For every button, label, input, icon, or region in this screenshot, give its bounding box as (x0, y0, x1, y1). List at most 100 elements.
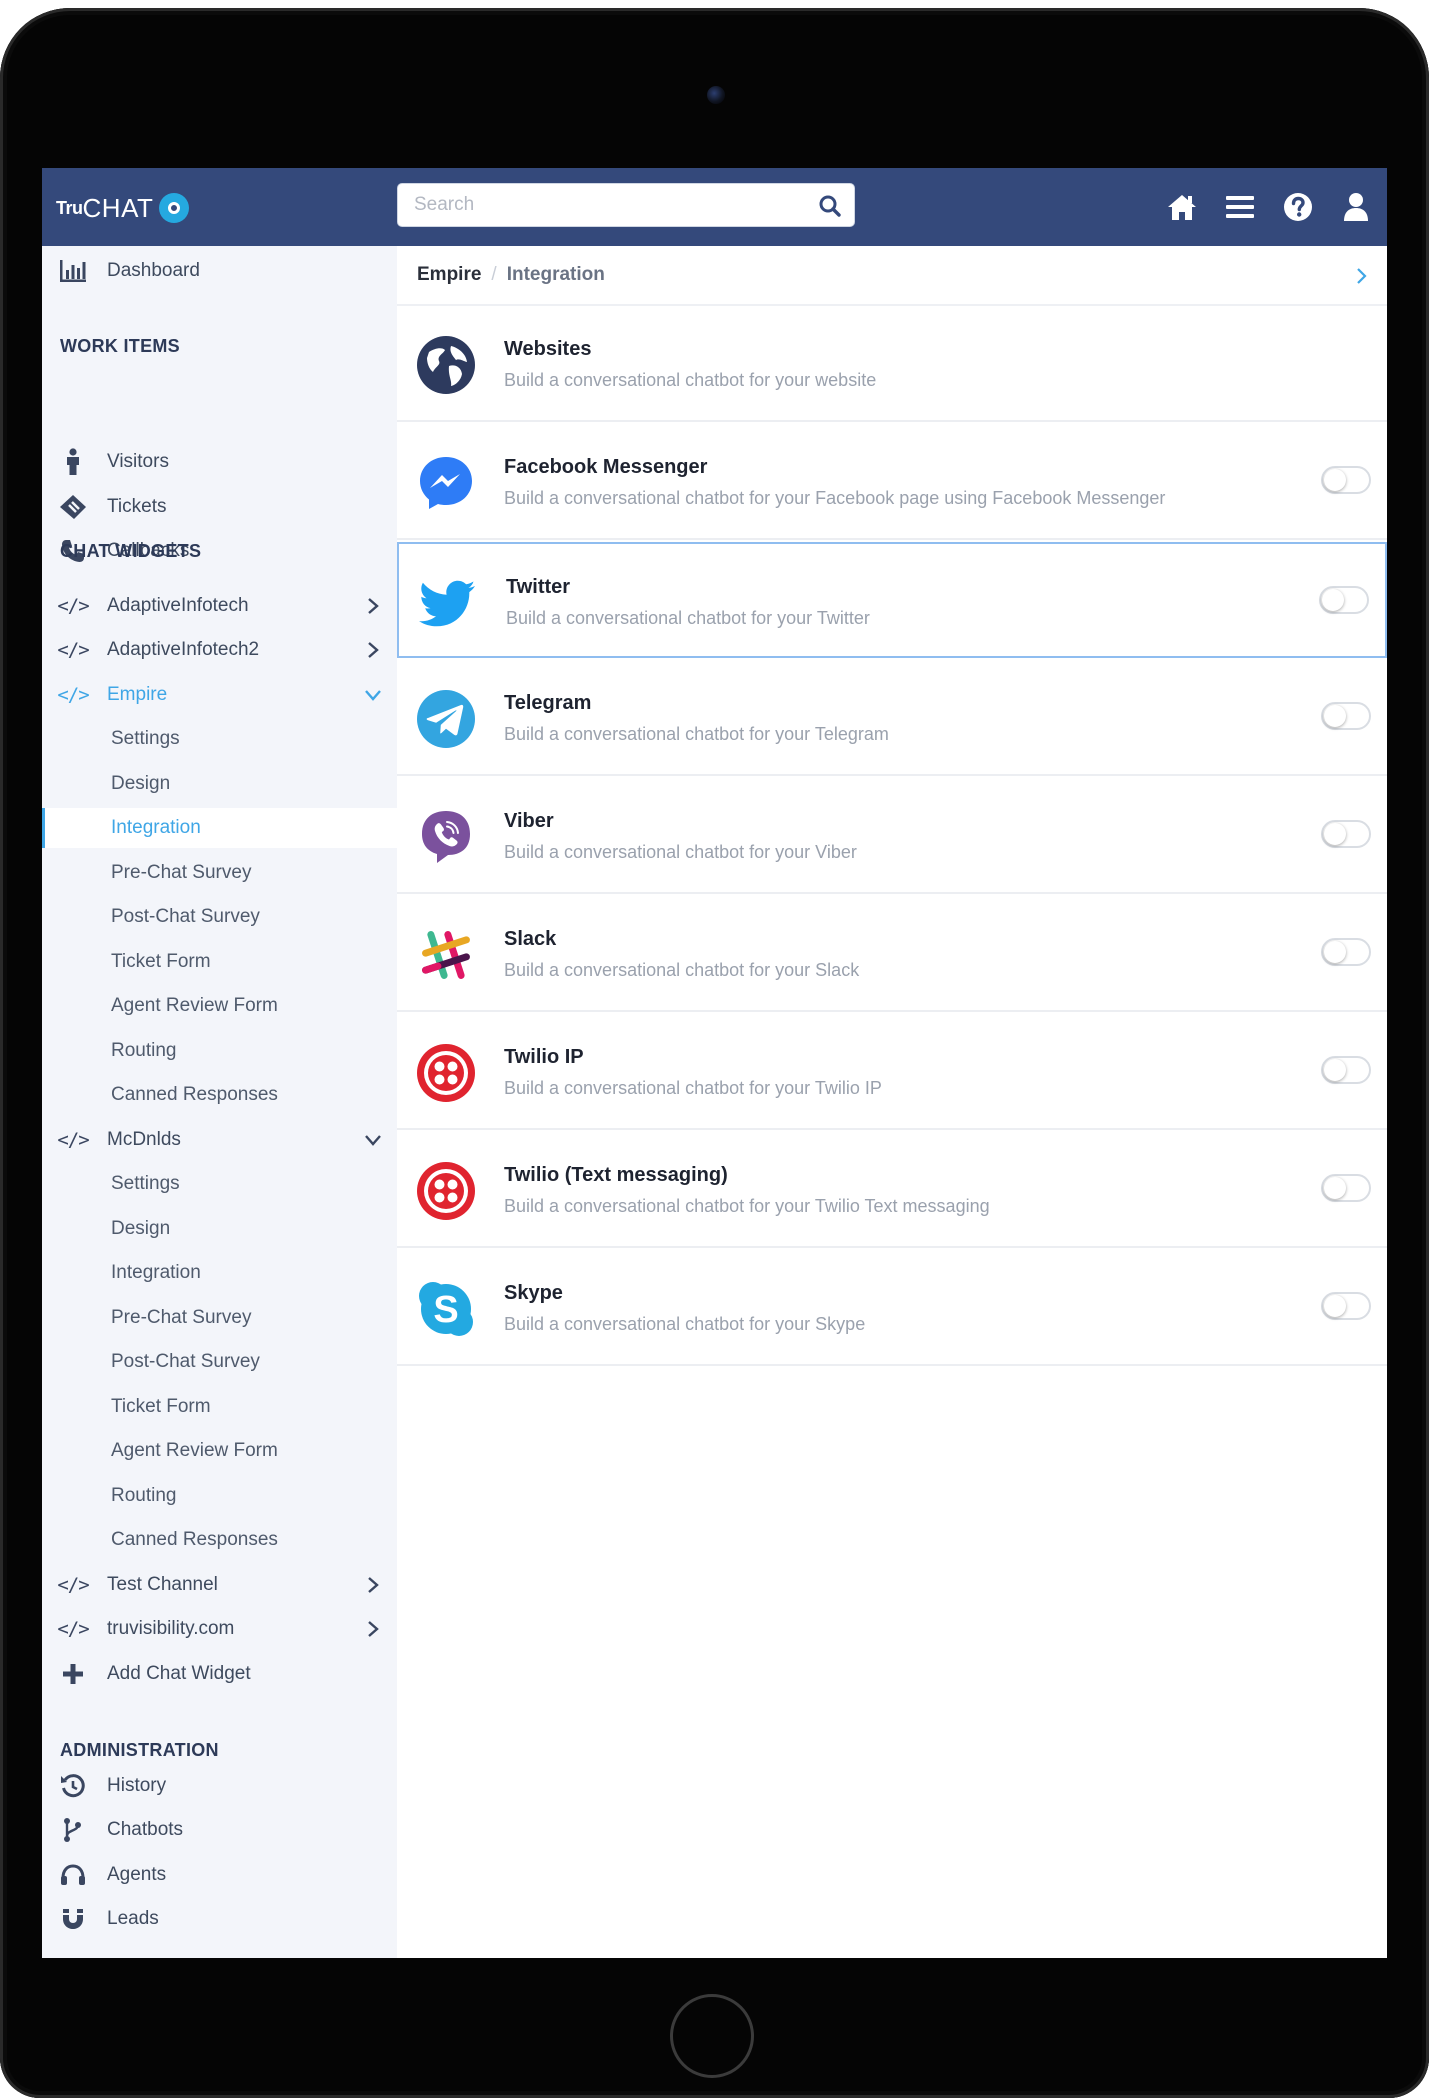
help-icon[interactable] (1281, 190, 1315, 224)
integration-toggle[interactable] (1321, 820, 1371, 848)
integration-row-twitter[interactable]: Twitter Build a conversational chatbot f… (397, 542, 1387, 658)
integration-row-websites[interactable]: Websites Build a conversational chatbot … (397, 306, 1387, 422)
sidebar-sub-label: Canned Responses (111, 1529, 278, 1550)
integration-toggle[interactable] (1321, 702, 1371, 730)
truchat-logo[interactable]: Tru CHAT (56, 190, 190, 226)
search-icon[interactable] (818, 194, 842, 218)
sidebar-sub-ticket-form[interactable]: Ticket Form (42, 942, 397, 982)
logo-main: CHAT (82, 192, 154, 223)
sidebar-sub-routing[interactable]: Routing (42, 1476, 397, 1516)
sidebar-item-label: AdaptiveInfotech2 (107, 639, 260, 660)
sidebar-item-label: McDnlds (107, 1129, 181, 1150)
integration-title: Skype (504, 1282, 563, 1304)
magnet-icon (58, 1904, 88, 1934)
integration-row-skype[interactable]: S Skype Build a conversational chatbot f… (397, 1250, 1387, 1366)
integration-row-viber[interactable]: Viber Build a conversational chatbot for… (397, 778, 1387, 894)
chevron-right-icon[interactable] (364, 1620, 382, 1638)
breadcrumb-parent[interactable]: Empire (417, 264, 481, 286)
sidebar-widget-adaptiveinfotech[interactable]: </> AdaptiveInfotech (42, 586, 397, 626)
sidebar-item-label: Agents (107, 1864, 167, 1885)
sidebar-item-label: Empire (107, 684, 168, 705)
code-icon: </> (57, 639, 89, 661)
search-input[interactable] (398, 184, 804, 226)
sidebar-widget-test-channel[interactable]: </> Test Channel (42, 1565, 397, 1605)
sidebar-sub-pre-chat-survey[interactable]: Pre-Chat Survey (42, 1298, 397, 1338)
sidebar-item-dashboard[interactable]: Dashboard (42, 251, 397, 291)
sidebar-item-label: Visitors (107, 451, 169, 472)
sidebar-item-agents[interactable]: Agents (42, 1855, 397, 1895)
integration-row-slack[interactable]: Slack Build a conversational chatbot for… (397, 896, 1387, 1012)
sidebar-sub-agent-review-form[interactable]: Agent Review Form (42, 986, 397, 1026)
sidebar-sub-integration[interactable]: Integration (42, 808, 397, 848)
sidebar-sub-post-chat-survey[interactable]: Post-Chat Survey (42, 897, 397, 937)
integration-description: Build a conversational chatbot for your … (504, 842, 857, 862)
chevron-right-icon[interactable] (364, 641, 382, 659)
slack-icon (422, 931, 470, 979)
sidebar-sub-design[interactable]: Design (42, 1209, 397, 1249)
twitter-icon (419, 580, 475, 627)
add-chat-widget-button[interactable]: Add Chat Widget (42, 1654, 397, 1694)
sidebar-sub-agent-review-form[interactable]: Agent Review Form (42, 1431, 397, 1471)
sidebar-sub-label: Ticket Form (111, 1396, 211, 1417)
integration-row-telegram[interactable]: Telegram Build a conversational chatbot … (397, 660, 1387, 776)
sidebar-widget-mcdnlds[interactable]: </> McDnlds (42, 1120, 397, 1160)
integration-row-facebook-messenger[interactable]: Facebook Messenger Build a conversationa… (397, 424, 1387, 540)
integration-toggle[interactable] (1321, 466, 1371, 494)
sidebar-sub-label: Post-Chat Survey (111, 1351, 260, 1372)
sidebar-sub-ticket-form[interactable]: Ticket Form (42, 1387, 397, 1427)
plus-icon (58, 1659, 88, 1689)
menu-icon[interactable] (1223, 190, 1257, 224)
chevron-down-icon[interactable] (364, 686, 382, 704)
home-hardware-button[interactable] (670, 1994, 754, 2078)
integration-toggle[interactable] (1321, 1174, 1371, 1202)
integration-toggle[interactable] (1319, 586, 1369, 614)
integration-description: Build a conversational chatbot for your … (504, 488, 1166, 508)
sidebar-sub-canned-responses[interactable]: Canned Responses (42, 1075, 397, 1115)
chevron-right-icon[interactable] (1351, 266, 1371, 286)
bar-chart-icon (58, 256, 88, 286)
sidebar-sub-pre-chat-survey[interactable]: Pre-Chat Survey (42, 853, 397, 893)
sidebar-sub-post-chat-survey[interactable]: Post-Chat Survey (42, 1342, 397, 1382)
sidebar-widget-truvisibility[interactable]: </> truvisibility.com (42, 1609, 397, 1649)
logo-prefix: Tru (56, 197, 83, 218)
integration-title: Websites (504, 338, 592, 360)
sidebar-sub-settings[interactable]: Settings (42, 1164, 397, 1204)
breadcrumb: Empire / Integration (397, 246, 1387, 306)
chevron-right-icon[interactable] (364, 1576, 382, 1594)
sidebar-item-label: Test Channel (107, 1574, 218, 1595)
integration-row-twilio-text[interactable]: Twilio (Text messaging) Build a conversa… (397, 1132, 1387, 1248)
sidebar-item-history[interactable]: History (42, 1766, 397, 1806)
sidebar-item-visitors[interactable]: Visitors (42, 442, 397, 482)
chevron-right-icon[interactable] (364, 597, 382, 615)
integration-title: Telegram (504, 692, 592, 714)
sidebar-widget-empire[interactable]: </> Empire (42, 675, 397, 715)
integration-toggle[interactable] (1321, 1056, 1371, 1084)
integration-description: Build a conversational chatbot for your … (504, 960, 860, 980)
integration-title: Twilio IP (504, 1046, 584, 1068)
history-icon (58, 1771, 88, 1801)
sidebar-sub-design[interactable]: Design (42, 764, 397, 804)
sidebar-widget-adaptiveinfotech2[interactable]: </> AdaptiveInfotech2 (42, 630, 397, 670)
sidebar-item-chatbots[interactable]: Chatbots (42, 1810, 397, 1850)
sidebar-item-tickets[interactable]: Tickets (42, 487, 397, 527)
sidebar-sub-integration[interactable]: Integration (42, 1253, 397, 1293)
integration-toggle[interactable] (1321, 938, 1371, 966)
logo-mark-icon (159, 193, 190, 223)
sidebar-sub-settings[interactable]: Settings (42, 719, 397, 759)
sidebar-sub-routing[interactable]: Routing (42, 1031, 397, 1071)
sidebar-item-label: Tickets (107, 496, 167, 517)
sidebar-item-label: Leads (107, 1908, 159, 1929)
chevron-down-icon[interactable] (364, 1131, 382, 1149)
code-icon: </> (57, 1574, 89, 1596)
sidebar-item-leads[interactable]: Leads (42, 1899, 397, 1939)
sidebar-sub-label: Agent Review Form (111, 995, 278, 1016)
user-profile-icon[interactable] (1339, 190, 1373, 224)
integration-description: Build a conversational chatbot for your … (504, 370, 877, 390)
integration-row-twilio-ip[interactable]: Twilio IP Build a conversational chatbot… (397, 1014, 1387, 1130)
home-icon[interactable] (1165, 190, 1199, 224)
sidebar-sub-label: Integration (111, 1262, 201, 1283)
integration-toggle[interactable] (1321, 1292, 1371, 1320)
integration-description: Build a conversational chatbot for your … (504, 724, 889, 744)
code-icon: </> (57, 1618, 89, 1640)
sidebar-sub-canned-responses[interactable]: Canned Responses (42, 1520, 397, 1560)
